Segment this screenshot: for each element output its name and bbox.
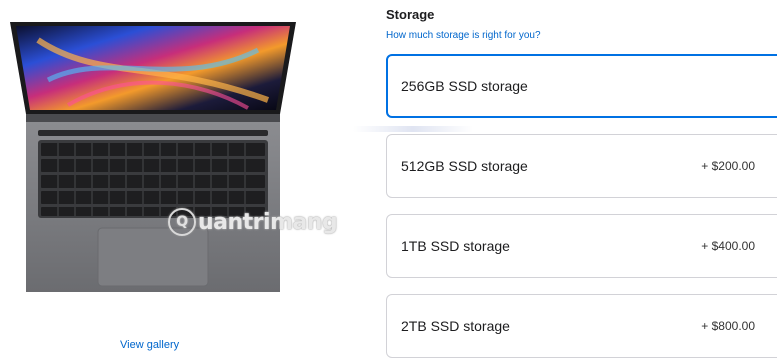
watermark-badge-icon: Q bbox=[168, 208, 196, 236]
storage-help-link[interactable]: How much storage is right for you? bbox=[386, 30, 541, 41]
storage-option-512gb[interactable]: 512GB SSD storage + $200.00 bbox=[386, 134, 777, 198]
view-gallery-link[interactable]: View gallery bbox=[120, 339, 179, 351]
option-price: + $800.00 bbox=[701, 319, 755, 333]
section-title: Storage bbox=[386, 7, 435, 22]
storage-option-1tb[interactable]: 1TB SSD storage + $400.00 bbox=[386, 214, 777, 278]
storage-option-2tb[interactable]: 2TB SSD storage + $800.00 bbox=[386, 294, 777, 358]
option-label: 2TB SSD storage bbox=[401, 318, 510, 334]
option-label: 256GB SSD storage bbox=[401, 78, 528, 94]
option-price: + $400.00 bbox=[701, 239, 755, 253]
storage-option-256gb[interactable]: 256GB SSD storage bbox=[386, 54, 777, 118]
option-price: + $200.00 bbox=[701, 159, 755, 173]
watermark-logo: Q uantrimang bbox=[168, 208, 338, 236]
storage-section: Storage How much storage is right for yo… bbox=[386, 0, 777, 360]
laptop-image bbox=[10, 22, 296, 292]
product-image-column: Q uantrimang View gallery bbox=[0, 0, 338, 360]
option-label: 1TB SSD storage bbox=[401, 238, 510, 254]
option-label: 512GB SSD storage bbox=[401, 158, 528, 174]
watermark-text: uantrimang bbox=[198, 209, 338, 235]
